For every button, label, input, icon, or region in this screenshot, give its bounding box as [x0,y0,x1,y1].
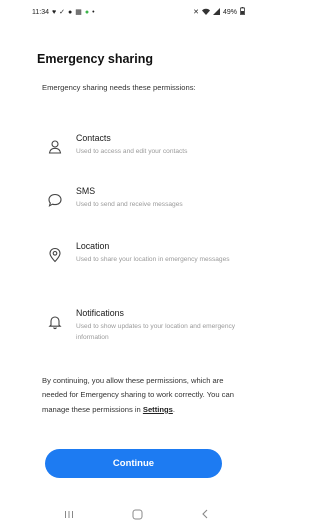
heart-icon: ♥ [52,8,57,16]
status-time: 11:34 [32,8,49,16]
status-left: 11:34 ♥ ✓ ● ▦ ● • [32,9,95,16]
back-icon[interactable] [195,505,215,523]
nav-bar [0,505,257,523]
permission-title: Contacts [76,133,111,143]
battery-percent: 49% [222,8,237,16]
permission-title: Location [76,241,110,251]
check-icon: ✓ [59,8,66,16]
permission-notifications: Notifications Used to show updates to yo… [37,308,242,352]
footer-text-body: By continuing, you allow these permissio… [42,376,234,414]
permission-description: Used to access and edit your contacts [76,148,188,155]
wifi-icon [201,8,210,17]
home-icon[interactable] [127,505,147,523]
location-pin-icon [47,247,63,263]
bell-icon [47,314,63,330]
app-icon: ● [68,8,73,16]
settings-link[interactable]: Settings [143,405,173,414]
permission-title: Notifications [76,308,124,318]
permission-description: Used to show updates to your location an… [76,323,236,341]
permission-location: Location Used to share your location in … [37,241,242,285]
status-bar: 11:34 ♥ ✓ ● ▦ ● • ✕ 49% [0,0,257,24]
intro-text: Emergency sharing needs these permission… [42,83,196,92]
footer-text-end: . [172,404,175,414]
recents-icon[interactable] [59,505,79,523]
permission-sms: SMS Used to send and receive messages [37,186,242,230]
chat-bubble-icon [47,192,63,208]
page-title: Emergency sharing [37,52,154,66]
signal-icon [212,7,220,17]
status-right: ✕ 49% [193,7,245,17]
permission-description: Used to send and receive messages [76,201,183,208]
permission-title: SMS [76,186,96,196]
chat-app-icon: ● [84,8,90,16]
battery-icon [240,7,245,17]
person-icon [47,139,63,155]
footer-text: By continuing, you allow these permissio… [42,374,237,417]
permission-contacts: Contacts Used to access and edit your co… [37,133,242,177]
mute-icon: ✕ [193,8,199,16]
more-dot-icon: • [92,8,95,16]
gallery-icon: ▦ [75,8,82,16]
permission-description: Used to share your location in emergency… [76,256,230,263]
continue-button[interactable]: Continue [45,449,222,478]
